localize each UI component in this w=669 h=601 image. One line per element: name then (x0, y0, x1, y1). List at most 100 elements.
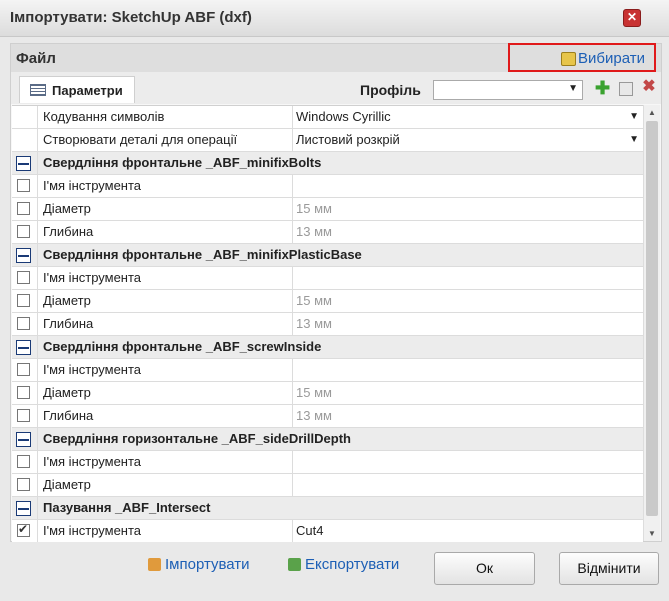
folder-icon (561, 52, 576, 66)
property-value-text: 15 мм (296, 385, 332, 400)
grid-scrollbar[interactable]: ▲ ▼ (643, 105, 660, 541)
export-icon (288, 558, 301, 571)
choose-file-button[interactable]: Вибирати (508, 43, 656, 72)
import-link[interactable]: Імпортувати (165, 556, 250, 573)
group-row[interactable]: Свердління фронтальне _ABF_minifixPlasti… (12, 244, 643, 267)
property-value[interactable]: Листовий розкрій ▼ (292, 129, 643, 151)
cancel-button[interactable]: Відмінити (559, 552, 659, 585)
row-checkbox[interactable] (17, 455, 30, 468)
row-checkbox[interactable] (17, 409, 30, 422)
table-row[interactable]: Діаметр (12, 474, 643, 497)
table-row[interactable]: Діаметр 15 мм (12, 290, 643, 313)
property-value-text: Windows Cyrillic (296, 109, 391, 124)
scrollbar-thumb[interactable] (646, 121, 658, 516)
row-checkbox[interactable] (17, 271, 30, 284)
property-value[interactable]: 15 мм (292, 198, 643, 220)
group-row[interactable]: Пазування _ABF_Intersect (12, 497, 643, 520)
table-icon (30, 84, 46, 96)
property-label: Діаметр (37, 198, 292, 220)
tab-parameters[interactable]: Параметри (19, 76, 135, 103)
group-row[interactable]: Свердління фронтальне _ABF_minifixBolts (12, 152, 643, 175)
group-label: Свердління фронтальне _ABF_screwInside (37, 336, 321, 358)
table-row[interactable]: І'мя інструмента (12, 267, 643, 290)
scroll-down-icon[interactable]: ▼ (648, 529, 656, 538)
edit-profile-icon[interactable] (619, 82, 633, 96)
group-row[interactable]: Свердління горизонтальне _ABF_sideDrillD… (12, 428, 643, 451)
property-label: І'мя інструмента (37, 267, 292, 289)
table-row[interactable]: Кодування символів Windows Cyrillic ▼ (12, 106, 643, 129)
window-title: Імпортувати: SketchUp ABF (dxf) (10, 9, 252, 26)
row-checkbox[interactable] (17, 363, 30, 376)
collapse-icon[interactable] (16, 340, 31, 355)
parameters-toolbar: Параметри Профіль ▼ ✚ ✖ (11, 72, 661, 104)
property-label: Діаметр (37, 382, 292, 404)
property-value[interactable]: 13 мм (292, 405, 643, 427)
property-value-text: 13 мм (296, 316, 332, 331)
property-label: Створювати деталі для операції (37, 129, 292, 151)
table-row[interactable]: І'мя інструмента (12, 175, 643, 198)
property-value[interactable] (292, 451, 643, 473)
group-label: Пазування _ABF_Intersect (37, 497, 210, 519)
table-row[interactable]: І'мя інструмента (12, 359, 643, 382)
property-value[interactable]: 15 мм (292, 290, 643, 312)
tab-parameters-label: Параметри (52, 83, 123, 98)
property-value[interactable]: 13 мм (292, 221, 643, 243)
table-row[interactable]: Діаметр 15 мм (12, 382, 643, 405)
table-row[interactable]: Глибина 13 мм (12, 221, 643, 244)
property-label: І'мя інструмента (37, 451, 292, 473)
collapse-icon[interactable] (16, 156, 31, 171)
row-checkbox[interactable] (17, 478, 30, 491)
file-section-title: Файл (16, 50, 56, 67)
property-label: І'мя інструмента (37, 359, 292, 381)
property-label: І'мя інструмента (37, 520, 292, 542)
row-checkbox[interactable] (17, 386, 30, 399)
property-value[interactable]: Windows Cyrillic ▼ (292, 106, 643, 128)
collapse-icon[interactable] (16, 432, 31, 447)
property-value[interactable] (292, 474, 643, 496)
row-checkbox[interactable] (17, 317, 30, 330)
row-checkbox[interactable] (17, 522, 30, 537)
property-value-text: 13 мм (296, 408, 332, 423)
title-bar: Імпортувати: SketchUp ABF (dxf) ✕ (0, 0, 669, 37)
row-checkbox[interactable] (17, 294, 30, 307)
group-label: Свердління горизонтальне _ABF_sideDrillD… (37, 428, 351, 450)
import-icon (148, 558, 161, 571)
close-icon[interactable]: ✕ (623, 9, 641, 27)
property-value-text: Листовий розкрій (296, 132, 400, 147)
property-value[interactable] (292, 359, 643, 381)
collapse-icon[interactable] (16, 248, 31, 263)
table-row[interactable]: Глибина 13 мм (12, 313, 643, 336)
row-checkbox[interactable] (17, 179, 30, 192)
profile-select[interactable]: ▼ (433, 80, 583, 100)
property-label: Діаметр (37, 290, 292, 312)
export-link[interactable]: Експортувати (305, 556, 399, 573)
table-row[interactable]: І'мя інструмента Cut4 (12, 520, 643, 542)
chevron-down-icon[interactable]: ▼ (629, 129, 639, 151)
table-row[interactable]: І'мя інструмента (12, 451, 643, 474)
property-value-text: Cut4 (296, 523, 324, 538)
scroll-up-icon[interactable]: ▲ (648, 108, 656, 117)
ok-button[interactable]: Ок (434, 552, 535, 585)
table-row[interactable]: Створювати деталі для операції Листовий р… (12, 129, 643, 152)
property-value[interactable]: 13 мм (292, 313, 643, 335)
property-value[interactable]: Cut4 (292, 520, 643, 542)
choose-file-label: Вибирати (578, 50, 645, 67)
property-value-text: 13 мм (296, 224, 332, 239)
chevron-down-icon[interactable]: ▼ (629, 106, 639, 128)
property-value[interactable] (292, 267, 643, 289)
property-value-text: 15 мм (296, 293, 332, 308)
table-row[interactable]: Глибина 13 мм (12, 405, 643, 428)
row-checkbox[interactable] (17, 202, 30, 215)
chevron-down-icon: ▼ (568, 83, 578, 94)
delete-profile-icon[interactable]: ✖ (642, 79, 656, 95)
property-label: Глибина (37, 221, 292, 243)
add-profile-icon[interactable]: ✚ (595, 79, 610, 97)
group-row[interactable]: Свердління фронтальне _ABF_screwInside (12, 336, 643, 359)
parameters-grid: Кодування символів Windows Cyrillic ▼ Створ… (12, 105, 643, 542)
property-value[interactable]: 15 мм (292, 382, 643, 404)
collapse-icon[interactable] (16, 501, 31, 516)
property-label: І'мя інструмента (37, 175, 292, 197)
property-value[interactable] (292, 175, 643, 197)
row-checkbox[interactable] (17, 225, 30, 238)
table-row[interactable]: Діаметр 15 мм (12, 198, 643, 221)
